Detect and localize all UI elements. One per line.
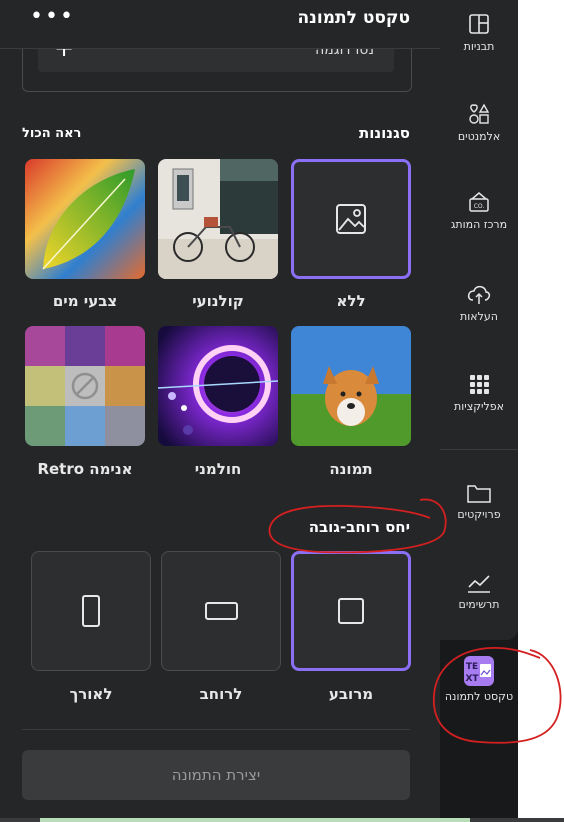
apps-icon [470, 375, 489, 394]
style-tile-cinematic[interactable] [158, 159, 278, 279]
rail-label-text-to-image: טקסט לתמונה [444, 690, 514, 703]
style-label-retro-anime: Retro אנימה [37, 460, 133, 478]
panel-title: טקסט לתמונה [297, 8, 410, 28]
styles-heading: סגנונות [358, 124, 410, 142]
style-tile-watercolor[interactable] [25, 159, 145, 279]
square-icon [338, 598, 364, 624]
style-label-dreamy: חולמני [194, 460, 242, 478]
rail-item-charts[interactable]: תרשימים [440, 572, 518, 611]
rail-label-elements: אלמנטים [457, 130, 501, 143]
aspect-label-landscape: לרוחב [199, 685, 243, 703]
rail-label-projects: פרויקטים [457, 508, 501, 521]
style-tile-photo[interactable] [291, 326, 411, 446]
rail-label-charts: תרשימים [458, 598, 500, 611]
aspect-ratio-heading: יחס רוחב-גובה [308, 518, 410, 536]
landscape-icon [205, 602, 238, 620]
style-tile-none[interactable] [291, 159, 411, 279]
portrait-icon [82, 595, 100, 627]
rail-label-apps: אפליקציות [454, 400, 504, 413]
style-label-photo: תמונה [329, 460, 373, 478]
aspect-label-square: מרובע [328, 685, 374, 703]
upload-icon [467, 285, 491, 304]
svg-text:XT: XT [465, 674, 479, 684]
style-label-watercolor: צבעי מים [52, 292, 118, 310]
rail-label-templates: תבניות [463, 40, 495, 53]
rail-item-text-to-image[interactable]: TE XT טקסט לתמונה [440, 656, 518, 703]
aspect-landscape-option[interactable] [161, 551, 281, 671]
rail-item-elements[interactable]: אלמנטים [440, 102, 518, 143]
svg-text:CO.: CO. [474, 203, 485, 210]
rail-item-uploads[interactable]: העלאות [440, 282, 518, 323]
generate-image-button[interactable]: יצירת התמונה [22, 750, 410, 800]
svg-text:TE: TE [466, 662, 478, 672]
style-label-cinematic: קולנועי [192, 292, 244, 310]
rail-divider [440, 449, 518, 450]
bottom-strip-highlight [40, 818, 470, 822]
style-tile-retro-anime[interactable] [25, 326, 145, 446]
aspect-portrait-option[interactable] [31, 551, 151, 671]
bottom-strip [0, 818, 564, 822]
photo-corgi-thumbnail [291, 326, 411, 446]
more-options-icon[interactable]: ••• [30, 4, 75, 29]
style-label-none: ללא [336, 292, 366, 310]
elements-icon [469, 103, 490, 124]
watercolor-leaf-thumbnail [25, 159, 145, 279]
text-to-image-panel: + נסו דוגמה ••• טקסט לתמונה סגנונות ראה … [0, 0, 440, 822]
rail-label-uploads: העלאות [460, 310, 498, 323]
text-to-image-icon: TE XT [464, 656, 494, 686]
panel-header: ••• טקסט לתמונה [0, 0, 440, 48]
rail-item-apps[interactable]: אפליקציות [440, 372, 518, 413]
brand-icon: CO. [469, 192, 489, 212]
templates-icon [469, 14, 489, 34]
rail-item-projects[interactable]: פרויקטים [440, 482, 518, 521]
header-divider [0, 48, 440, 49]
cinematic-bicycle-thumbnail [158, 159, 278, 279]
style-tile-dreamy[interactable] [158, 326, 278, 446]
folder-icon [467, 485, 491, 503]
aspect-label-portrait: לאורך [69, 685, 113, 703]
footer-divider [22, 729, 410, 730]
image-icon [336, 204, 366, 234]
rail-item-templates[interactable]: תבניות [440, 12, 518, 53]
see-all-link[interactable]: ראה הכול [22, 126, 81, 141]
chart-icon [468, 575, 490, 593]
dreamy-planet-thumbnail [158, 326, 278, 446]
rail-label-brand: מרכז המותג [450, 218, 508, 231]
retro-anime-thumbnail [25, 326, 145, 446]
rail-item-brand[interactable]: CO. מרכז המותג [440, 190, 518, 231]
aspect-square-option[interactable] [291, 551, 411, 671]
